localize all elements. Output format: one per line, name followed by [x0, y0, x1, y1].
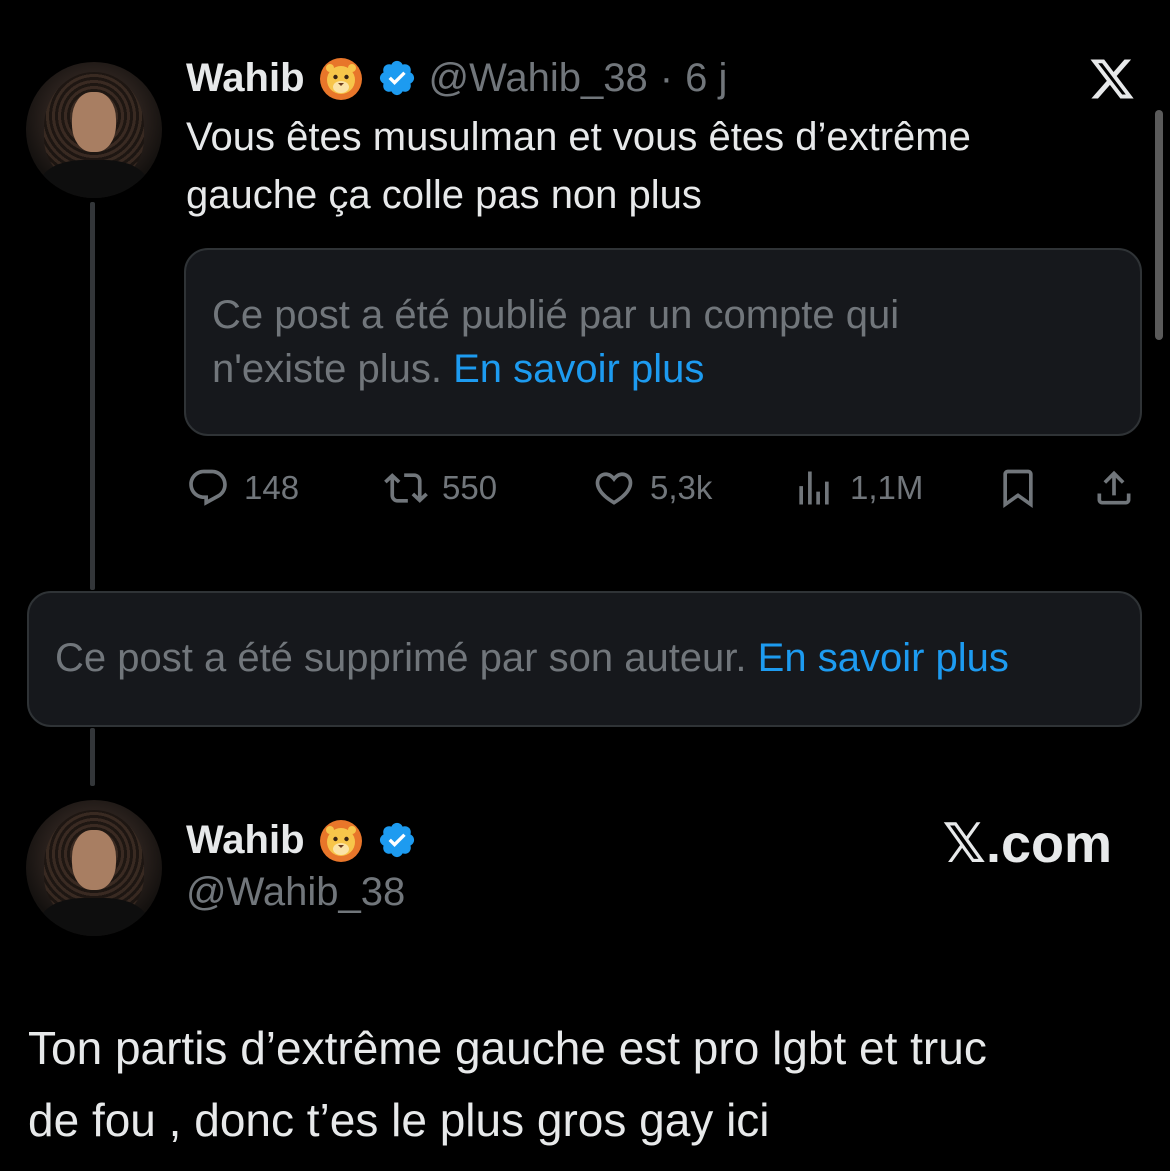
tweet-text: Ton partis d’extrême gauche est pro lgbt… — [28, 1012, 987, 1156]
learn-more-link[interactable]: En savoir plus — [453, 347, 704, 391]
quoted-post-unavailable[interactable]: Ce post a été publié par un compte qui n… — [184, 248, 1142, 436]
views-count: 1,1M — [850, 469, 924, 506]
verified-badge-icon[interactable] — [377, 820, 417, 860]
repost-icon — [384, 473, 428, 503]
tweet-text-line: gauche ça colle pas non plus — [186, 173, 702, 217]
learn-more-link[interactable]: En savoir plus — [758, 636, 1009, 680]
tweet-header: Wahib — [186, 814, 417, 866]
notice-text: Ce post a été supprimé par son auteur. — [55, 636, 747, 680]
heart-icon — [595, 472, 633, 505]
avatar-face — [72, 92, 116, 152]
reply-button[interactable]: 148 — [186, 466, 299, 510]
x-logo-icon[interactable] — [1084, 55, 1140, 103]
scrollbar[interactable] — [1155, 110, 1163, 340]
bookmark-icon[interactable] — [996, 466, 1040, 510]
avatar-shirt — [40, 160, 148, 198]
tweet-text-line: Ton partis d’extrême gauche est pro lgbt… — [28, 1022, 987, 1074]
thread-line — [90, 728, 95, 786]
like-count: 5,3k — [650, 469, 713, 506]
like-button[interactable]: 5,3k — [592, 466, 712, 510]
avatar[interactable] — [26, 800, 162, 936]
avatar-shirt — [40, 898, 148, 936]
views-button[interactable]: 1,1M — [792, 466, 923, 510]
verified-badge-icon[interactable] — [377, 58, 417, 98]
avatar[interactable] — [26, 62, 162, 198]
separator: · — [659, 55, 674, 100]
reply-count: 148 — [244, 469, 300, 506]
repost-button[interactable]: 550 — [384, 466, 497, 510]
share-icon[interactable] — [1092, 466, 1136, 510]
x-com-watermark: 𝕏.com — [942, 814, 1112, 874]
tweet-text: Vous êtes musulman et vous êtes d’extrêm… — [186, 108, 971, 224]
repost-count: 550 — [442, 469, 498, 506]
tweet-text-line: Vous êtes musulman et vous êtes d’extrêm… — [186, 115, 971, 159]
display-name[interactable]: Wahib — [186, 56, 305, 101]
notice-text: Ce post a été publié par un compte qui — [212, 293, 900, 337]
timestamp[interactable]: 6 j — [685, 56, 727, 101]
notice-text: n'existe plus. — [212, 347, 442, 391]
display-name[interactable]: Wahib — [186, 818, 305, 863]
reply-icon — [189, 469, 227, 506]
lion-emoji-icon — [319, 820, 362, 862]
views-icon — [799, 471, 829, 505]
tweet-text-line: de fou , donc t’es le plus gros gay ici — [28, 1094, 770, 1146]
tweet-header: Wahib @Wahib_38 · 6 j — [186, 52, 727, 104]
lion-emoji-icon — [319, 58, 362, 100]
thread-line — [90, 202, 95, 590]
avatar-face — [72, 830, 116, 890]
handle[interactable]: @Wahib_38 — [186, 870, 405, 915]
deleted-post-notice[interactable]: Ce post a été supprimé par son auteur. E… — [27, 591, 1142, 727]
handle[interactable]: @Wahib_38 — [429, 56, 648, 101]
